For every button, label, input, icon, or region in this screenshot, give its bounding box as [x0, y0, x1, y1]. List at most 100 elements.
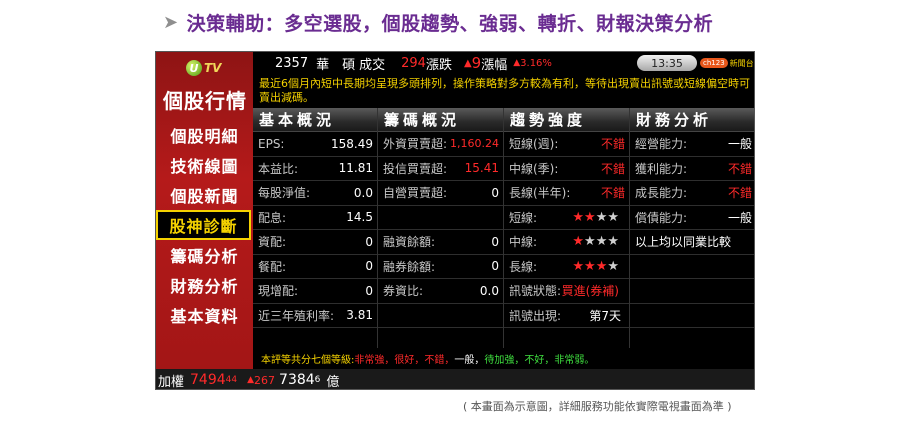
row-label: 中線(季):	[509, 161, 559, 176]
star-icon: ★	[607, 234, 619, 250]
utv-logo: U TV	[186, 58, 232, 78]
table-row: EPS: 158.49	[253, 132, 377, 157]
table-row: 自營買賣超: 0	[378, 181, 503, 206]
row-value: 不錯	[727, 161, 752, 176]
star-rating: ★★★★	[572, 234, 619, 249]
row-label: 長線:	[509, 259, 538, 274]
change-number: 294	[401, 55, 426, 71]
row-value: 買進(券補)	[561, 284, 619, 299]
row-value: 0	[491, 259, 499, 274]
stock-code: 2357	[275, 55, 309, 71]
row-value: 不錯	[600, 161, 625, 176]
strategy-notice: 最近6個月內短中長期均呈現多頭排列，操作策略對多方較為有利，等待出現賣出訊號或短…	[253, 74, 754, 107]
page-headline: ➤ 決策輔助：多空選股，個股趨勢、強弱、轉折、財報決策分析	[163, 8, 713, 36]
turnover-unit: 億	[326, 374, 340, 390]
sidebar-title: 個股行情	[163, 89, 247, 113]
index-up-arrow-icon: ▲	[247, 375, 255, 385]
row-value: 0	[365, 283, 373, 298]
row-label: 資配:	[258, 235, 287, 250]
sidebar-item-finance-analysis[interactable]: 財務分析	[156, 270, 253, 300]
row-label: 訊號出現:	[509, 308, 562, 323]
star-icon: ★	[572, 258, 585, 274]
row-value: 不錯	[600, 186, 625, 201]
channel-pill: ch123	[700, 58, 728, 68]
row-value: 一般	[727, 137, 752, 152]
logo-text: TV	[204, 61, 222, 75]
row-value: 0.0	[479, 283, 499, 298]
row-value: 不錯	[727, 186, 752, 201]
sidebar-item-stock-detail[interactable]: 個股明細	[156, 120, 253, 150]
trend-section: 趨勢強度 短線(週): 不錯 中線(季): 不錯 長線(半年): 不錯 短線: ★★★★…	[504, 108, 630, 348]
index-change: 267	[254, 373, 276, 387]
stock-name: 華 碩	[316, 57, 356, 73]
sidebar: U TV 個股行情 個股明細 技術線圖 個股新聞 股神診斷 籌碼分析 財務分析 …	[156, 52, 253, 369]
table-row: 現增配: 0	[253, 279, 377, 304]
star-icon: ★	[584, 234, 596, 250]
arrow-right-icon: ➤	[163, 11, 179, 33]
sidebar-item-chip-analysis[interactable]: 籌碼分析	[156, 240, 253, 270]
table-row: 配息: 14.5	[253, 206, 377, 230]
star-rating: ★★★★	[572, 210, 619, 225]
row-label: 以上均以同業比較	[635, 235, 732, 250]
table-row	[630, 279, 754, 304]
row-label: 訊號狀態:	[509, 284, 562, 299]
table-row: 融資餘額: 0	[378, 230, 503, 255]
row-value: 0.0	[353, 185, 373, 200]
channel-name: 新聞台	[729, 58, 754, 68]
index-label: 加權	[158, 374, 185, 390]
index-decimal: 44	[225, 375, 238, 385]
table-row: 投信買賣超: 15.41	[378, 157, 503, 181]
clock-badge: 13:35	[637, 55, 697, 71]
table-row	[378, 304, 503, 328]
disclaimer-caption: ( 本畫面為示意圖，詳細服務功能依實際電視畫面為準 )	[463, 400, 732, 413]
table-row: 長線(半年): 不錯	[504, 181, 629, 206]
rating-legend: 本評等共分七個等級: 非常強，很好，不錯， 一般， 待加強，不好，非常弱。	[253, 348, 754, 369]
row-label: 短線:	[509, 210, 538, 225]
legend-prefix: 本評等共分七個等級:	[261, 355, 355, 366]
index-value: 7494	[190, 372, 226, 388]
row-label: EPS:	[258, 136, 285, 151]
row-label: 餐配:	[258, 259, 287, 274]
table-row: 成長能力: 不錯	[630, 181, 754, 206]
row-value: 一般	[727, 210, 752, 225]
row-value: 15.41	[464, 161, 499, 176]
table-row: 獲利能力: 不錯	[630, 157, 754, 181]
table-row: 資配: 0	[253, 230, 377, 255]
row-label: 短線(週):	[509, 137, 559, 152]
row-label: 近三年殖利率:	[258, 308, 335, 323]
quote-bar: 2357 華 碩 成交 294 漲跌 ▲ 9 漲幅 ▲ 3.16% 13:35 …	[253, 52, 754, 74]
tv-screen: U TV 個股行情 個股明細 技術線圖 個股新聞 股神診斷 籌碼分析 財務分析 …	[155, 51, 755, 390]
row-value: 1,160.24	[450, 137, 499, 151]
table-row: 短線(週): 不錯	[504, 132, 629, 157]
row-value: 不錯	[600, 137, 625, 152]
pct-label: 漲幅	[481, 57, 508, 73]
table-row: 償債能力: 一般	[630, 206, 754, 230]
table-row: 中線: ★★★★	[504, 230, 629, 255]
finance-section: 財務分析 經營能力: 一般 獲利能力: 不錯 成長能力: 不錯 償債能力: 一般 以上均…	[630, 108, 754, 348]
turnover-value: 7384	[279, 372, 315, 388]
row-label: 融資餘額:	[383, 235, 436, 250]
table-row: 每股淨值: 0.0	[253, 181, 377, 206]
sidebar-item-tech-chart[interactable]: 技術線圖	[156, 150, 253, 180]
star-icon: ★	[595, 209, 608, 225]
row-value: 11.81	[338, 161, 373, 176]
row-label: 融券餘額:	[383, 259, 436, 274]
row-label: 獲利能力:	[635, 161, 688, 176]
row-label: 每股淨值:	[258, 186, 311, 201]
row-value: 158.49	[331, 136, 373, 151]
table-row: 經營能力: 一般	[630, 132, 754, 157]
pct-value: 3.16%	[520, 57, 552, 69]
index-ticker: 加權 7494 44 ▲ 267 7384 6 億	[156, 369, 754, 390]
legend-weak: 待加強，不好，非常弱。	[484, 355, 595, 366]
channel-logo: ch123 新聞台	[700, 55, 754, 71]
pct-up-arrow-icon: ▲	[513, 58, 521, 68]
table-row: 券資比: 0.0	[378, 279, 503, 304]
sidebar-item-diagnosis[interactable]: 股神診斷	[156, 210, 251, 240]
row-value: 0	[491, 185, 499, 200]
sidebar-item-stock-news[interactable]: 個股新聞	[156, 180, 253, 210]
up-arrow-icon: ▲	[463, 57, 472, 69]
table-row	[630, 255, 754, 279]
star-icon: ★	[607, 258, 619, 274]
sidebar-item-basic-info[interactable]: 基本資料	[156, 300, 253, 330]
star-icon: ★	[572, 209, 585, 225]
